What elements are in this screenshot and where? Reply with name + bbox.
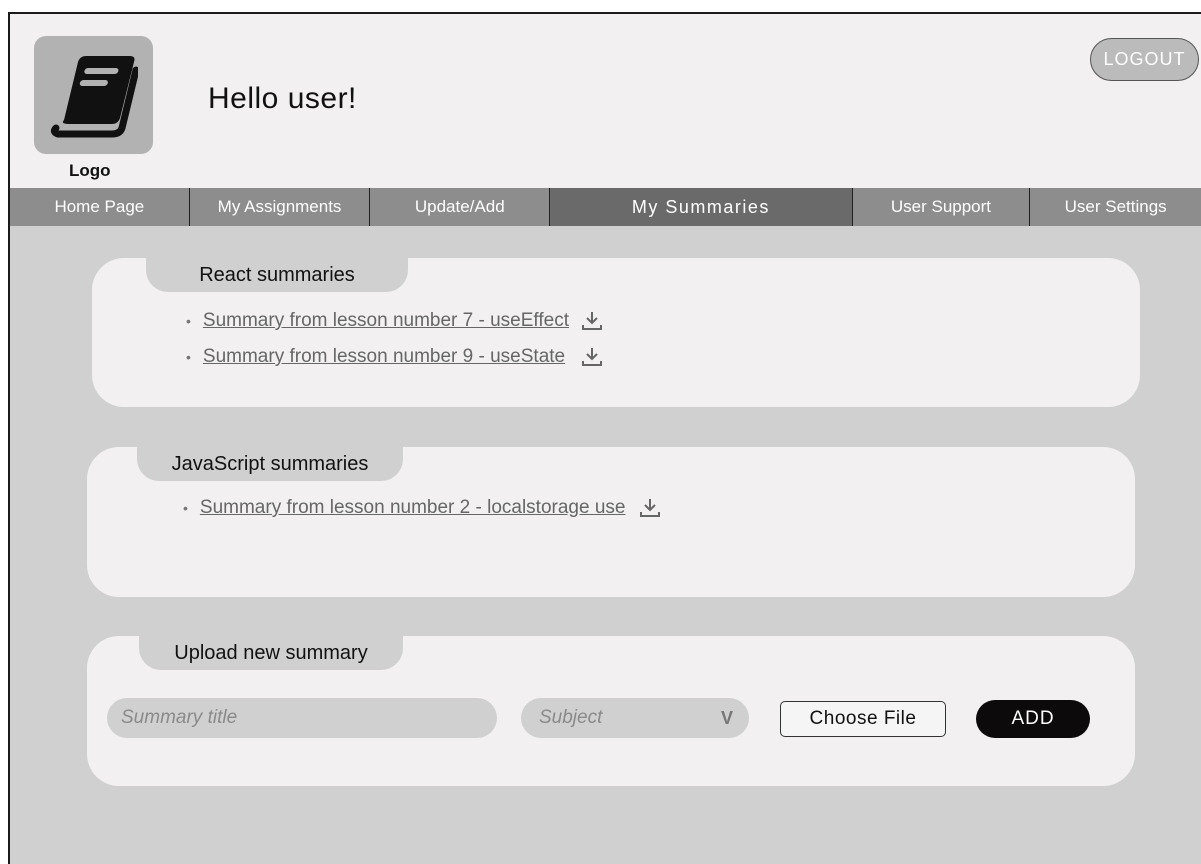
summary-title-input[interactable] bbox=[107, 698, 497, 738]
main-nav: Home Page My Assignments Update/Add My S… bbox=[10, 188, 1201, 226]
list-item: • Summary from lesson number 7 - useEffe… bbox=[186, 310, 603, 332]
tab-user-settings[interactable]: User Settings bbox=[1030, 188, 1201, 226]
react-summaries-card: React summaries • Summary from lesson nu… bbox=[92, 258, 1140, 407]
javascript-summaries-card: JavaScript summaries • Summary from less… bbox=[87, 447, 1135, 597]
list-item: • Summary from lesson number 9 - useStat… bbox=[186, 346, 603, 368]
tab-my-summaries[interactable]: My Summaries bbox=[550, 188, 853, 226]
download-icon[interactable] bbox=[581, 311, 603, 331]
chevron-down-icon: V bbox=[720, 707, 733, 728]
choose-file-button[interactable]: Choose File bbox=[780, 701, 946, 737]
add-button[interactable]: ADD bbox=[976, 700, 1090, 738]
upload-summary-card: Upload new summary Subject V Choose File… bbox=[87, 636, 1135, 786]
tab-user-support[interactable]: User Support bbox=[853, 188, 1031, 226]
tab-my-assignments[interactable]: My Assignments bbox=[190, 188, 371, 226]
app-frame: Logo Hello user! LOGOUT Home Page My Ass… bbox=[8, 12, 1201, 864]
bullet: • bbox=[186, 313, 191, 329]
logout-button[interactable]: LOGOUT bbox=[1090, 38, 1199, 81]
section-title: React summaries bbox=[146, 258, 408, 292]
bullet: • bbox=[183, 500, 188, 516]
summary-link[interactable]: Summary from lesson number 2 - localstor… bbox=[200, 497, 626, 519]
section-title: JavaScript summaries bbox=[137, 447, 403, 481]
tab-home-page[interactable]: Home Page bbox=[10, 188, 190, 226]
subject-select[interactable]: Subject V bbox=[521, 698, 749, 738]
logo bbox=[34, 36, 153, 154]
tab-update-add[interactable]: Update/Add bbox=[370, 188, 551, 226]
summary-link[interactable]: Summary from lesson number 7 - useEffect bbox=[203, 310, 569, 332]
download-icon[interactable] bbox=[581, 347, 603, 367]
summary-link[interactable]: Summary from lesson number 9 - useState bbox=[203, 346, 565, 368]
book-icon bbox=[50, 56, 138, 138]
list-item: • Summary from lesson number 2 - localst… bbox=[183, 497, 661, 519]
bullet: • bbox=[186, 349, 191, 365]
header: Logo Hello user! LOGOUT bbox=[10, 14, 1201, 188]
greeting: Hello user! bbox=[208, 82, 357, 115]
section-title: Upload new summary bbox=[139, 636, 403, 670]
download-icon[interactable] bbox=[639, 498, 661, 518]
subject-placeholder: Subject bbox=[539, 707, 603, 728]
logo-label: Logo bbox=[69, 161, 111, 180]
